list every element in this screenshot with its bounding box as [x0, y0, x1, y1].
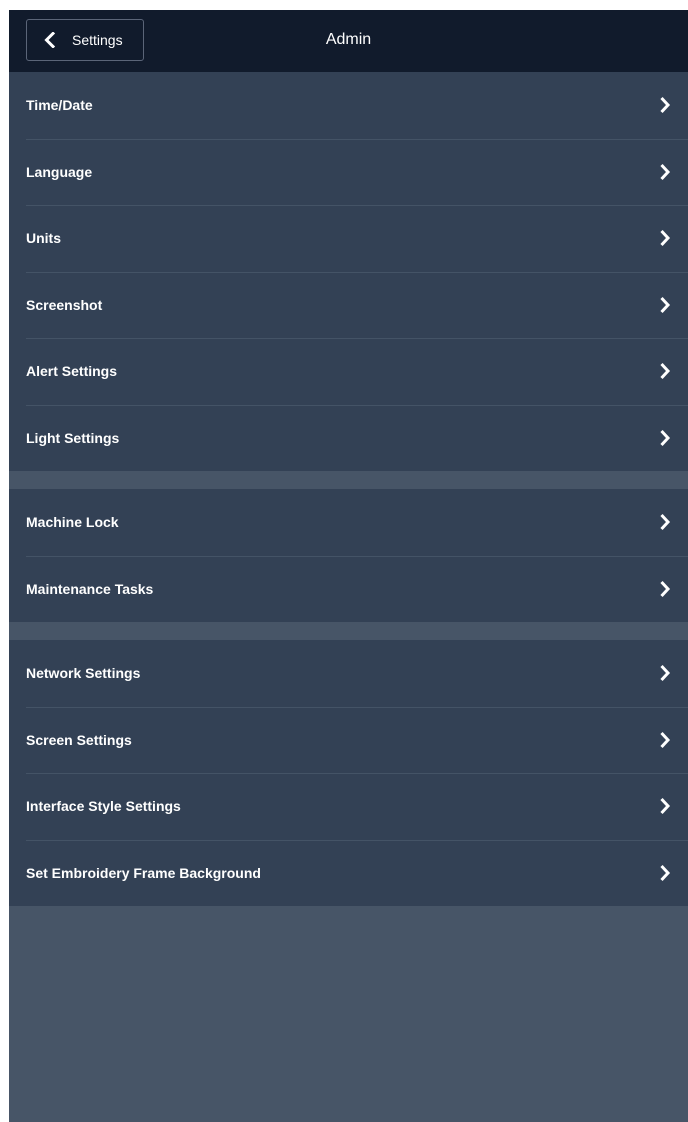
- chevron-right-icon: [659, 513, 671, 531]
- chevron-right-icon: [659, 580, 671, 598]
- menu-item-screen-settings[interactable]: Screen Settings: [9, 706, 688, 774]
- menu-item-label: Maintenance Tasks: [26, 580, 154, 597]
- menu-item-label: Screenshot: [26, 296, 103, 313]
- menu-item-label: Light Settings: [26, 429, 120, 446]
- header-bar: Settings Admin: [9, 10, 688, 72]
- menu-item-label: Time/Date: [26, 97, 93, 114]
- chevron-right-icon: [659, 429, 671, 447]
- menu-item-label: Units: [26, 230, 61, 247]
- admin-screen: Settings Admin Time/Date Language Units …: [9, 10, 688, 1122]
- chevron-right-icon: [659, 864, 671, 882]
- menu-item-screenshot[interactable]: Screenshot: [9, 271, 688, 339]
- menu-item-machine-lock[interactable]: Machine Lock: [9, 489, 688, 556]
- chevron-right-icon: [659, 664, 671, 682]
- chevron-right-icon: [659, 229, 671, 247]
- menu-item-set-embroidery-frame-background[interactable]: Set Embroidery Frame Background: [9, 839, 688, 907]
- menu-item-label: Machine Lock: [26, 514, 119, 531]
- menu-item-language[interactable]: Language: [9, 138, 688, 206]
- menu-item-units[interactable]: Units: [9, 205, 688, 272]
- page-title: Admin: [325, 31, 372, 48]
- chevron-right-icon: [659, 731, 671, 749]
- menu-item-light-settings[interactable]: Light Settings: [9, 404, 688, 472]
- chevron-right-icon: [659, 96, 671, 114]
- menu-item-label: Screen Settings: [26, 731, 132, 748]
- menu-item-label: Language: [26, 163, 93, 180]
- settings-group-display: Network Settings Screen Settings Interfa…: [9, 640, 688, 906]
- chevron-right-icon: [659, 296, 671, 314]
- menu-item-label: Set Embroidery Frame Background: [26, 864, 261, 881]
- chevron-right-icon: [659, 362, 671, 380]
- settings-group-general: Time/Date Language Units Screenshot Aler…: [9, 72, 688, 471]
- menu-item-maintenance-tasks[interactable]: Maintenance Tasks: [9, 555, 688, 623]
- menu-item-time-date[interactable]: Time/Date: [9, 72, 688, 139]
- settings-group-machine: Machine Lock Maintenance Tasks: [9, 489, 688, 622]
- menu-item-label: Alert Settings: [26, 363, 118, 380]
- menu-item-network-settings[interactable]: Network Settings: [9, 640, 688, 707]
- menu-item-interface-style-settings[interactable]: Interface Style Settings: [9, 773, 688, 840]
- chevron-right-icon: [659, 163, 671, 181]
- menu-item-label: Network Settings: [26, 665, 141, 682]
- chevron-right-icon: [659, 797, 671, 815]
- menu-item-alert-settings[interactable]: Alert Settings: [9, 338, 688, 405]
- menu-item-label: Interface Style Settings: [26, 798, 181, 815]
